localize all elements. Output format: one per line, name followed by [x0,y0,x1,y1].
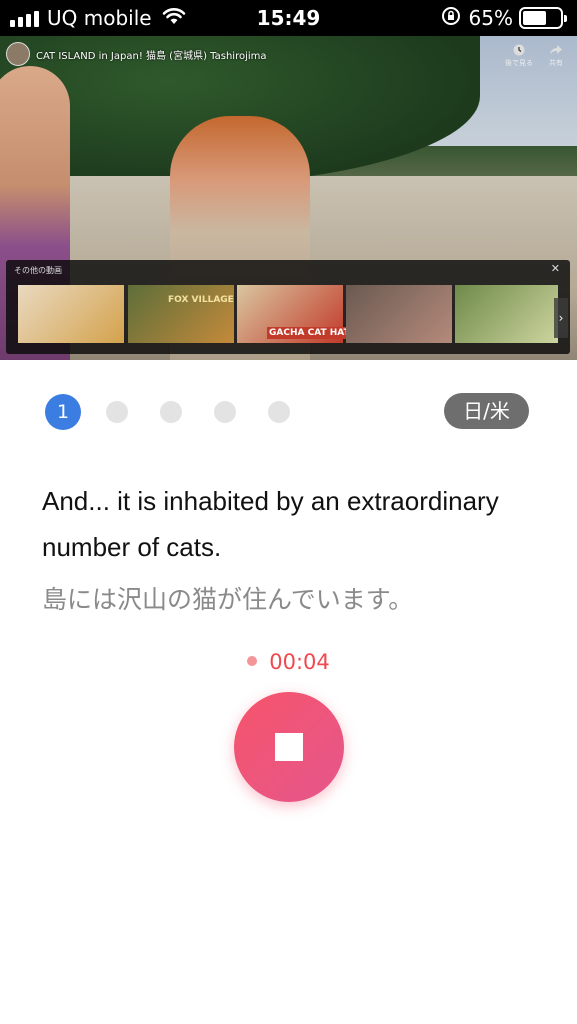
battery-icon [519,7,567,29]
watch-later-button[interactable]: 後で見る [505,44,533,68]
share-icon [549,44,563,58]
language-toggle-button[interactable]: 日/米 [444,393,529,429]
thumbnail-label: FOX VILLAGE [168,295,234,305]
video-thumbnail[interactable] [18,285,124,343]
progress-dot-current[interactable]: 1 [45,394,81,430]
clock-icon [513,44,525,58]
more-videos-thumbnails: FOX VILLAGE GACHA CAT HATS [18,285,558,343]
more-videos-title: その他の動画 [14,266,62,275]
progress-dot[interactable] [214,401,236,423]
recording-indicator: 00:04 [0,648,577,676]
progress-dot[interactable] [160,401,182,423]
video-thumbnail[interactable]: FOX VILLAGE [128,285,234,343]
close-icon[interactable]: ✕ [551,262,560,275]
share-label: 共有 [549,59,563,67]
video-actions: 後で見る 共有 [505,44,563,68]
rotation-lock-icon [441,6,461,30]
status-bar: UQ mobile 15:49 65% [0,0,577,36]
battery-fill [523,11,547,25]
stop-icon [275,733,303,761]
more-videos-panel: その他の動画 ✕ FOX VILLAGE GACHA CAT HATS › [6,260,570,354]
stop-recording-button[interactable] [234,692,344,802]
video-thumbnail[interactable]: GACHA CAT HATS [237,285,359,343]
video-player[interactable]: CAT ISLAND in Japan! 猫島 (宮城県) Tashirojim… [0,36,577,360]
progress-dot[interactable] [106,401,128,423]
sentence-japanese: 島には沢山の猫が住んでいます。 [42,585,414,614]
recording-dot-icon [247,656,258,666]
channel-avatar[interactable] [6,42,30,66]
progress-dot[interactable] [268,401,290,423]
watch-later-label: 後で見る [505,59,533,67]
sentence-english: And... it is inhabited by an extraordina… [42,486,499,562]
status-right: 65% [441,6,567,30]
share-button[interactable]: 共有 [549,44,563,68]
video-thumbnail[interactable] [455,285,558,343]
thumbnail-label: GACHA CAT HATS [267,327,359,339]
video-thumbnail[interactable] [346,285,452,343]
video-header: CAT ISLAND in Japan! 猫島 (宮城県) Tashirojim… [6,42,267,66]
recording-timer: 00:04 [269,650,330,674]
battery-percent: 65% [468,6,513,30]
chevron-right-icon[interactable]: › [554,298,568,338]
video-title[interactable]: CAT ISLAND in Japan! 猫島 (宮城県) Tashirojim… [36,47,267,62]
